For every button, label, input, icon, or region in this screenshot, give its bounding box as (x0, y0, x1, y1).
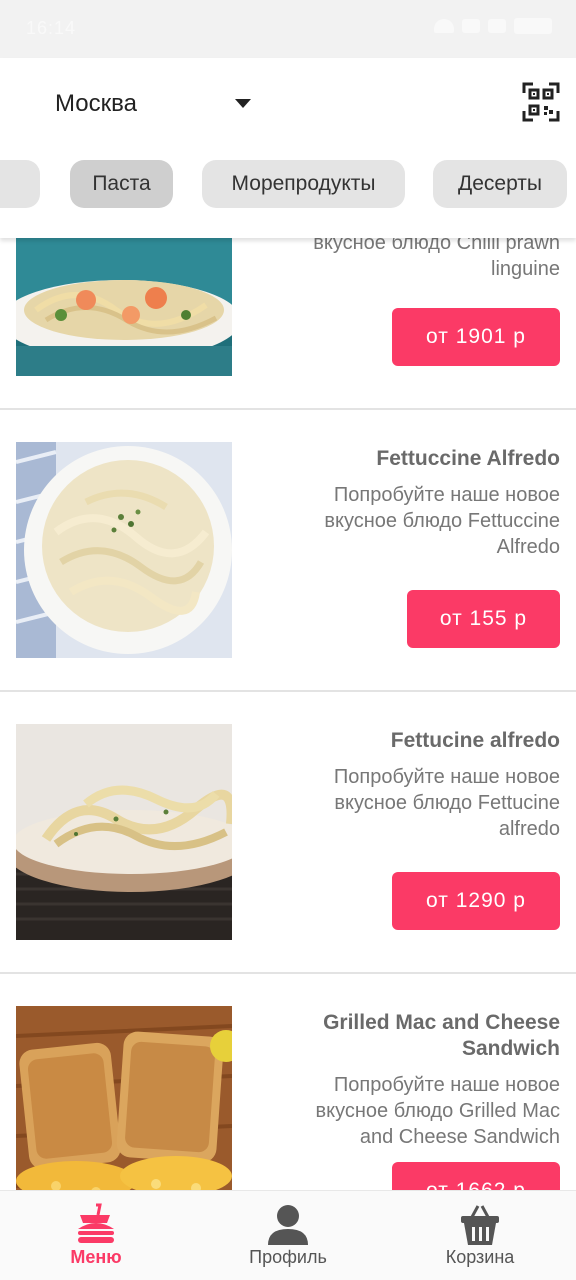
signal-icon (462, 19, 480, 33)
title-line: Grilled Mac and Cheese (323, 1011, 560, 1034)
product-card[interactable]: Fettucine alfredo Попробуйте наше новое … (0, 692, 576, 974)
description-line: Попробуйте наше новое (333, 1074, 560, 1096)
product-card[interactable]: вкусное блюдо Chilli prawn linguine от 1… (0, 238, 576, 410)
price-button[interactable]: от 1901 р (392, 308, 560, 366)
city-name: Москва (55, 90, 137, 117)
battery-icon (514, 18, 552, 34)
price-button[interactable]: от 1662 р (392, 1162, 560, 1190)
description-line: Попробуйте наше новое (333, 766, 560, 788)
user-icon (268, 1205, 308, 1245)
signal-icon-2 (488, 19, 506, 33)
product-card[interactable]: Fettuccine Alfredo Попробуйте наше новое… (0, 410, 576, 692)
product-image-grilled-mac-cheese-sandwich (16, 1006, 232, 1190)
product-card[interactable]: Grilled Mac and Cheese Sandwich Попробуй… (0, 974, 576, 1190)
nav-label-profile: Профиль (249, 1247, 327, 1267)
nav-profile[interactable]: Профиль (208, 1191, 368, 1280)
description-line: linguine (491, 258, 560, 280)
status-time: 16:14 (26, 18, 77, 38)
category-chip-partial[interactable] (0, 160, 40, 208)
city-select[interactable]: Москва (55, 86, 255, 122)
category-chip-pasta[interactable]: Паста (70, 160, 173, 208)
description-line: Попробуйте наше новое (333, 484, 560, 506)
product-description: Попробуйте наше новое вкусное блюдо Fett… (270, 764, 560, 842)
status-bar: 16:14 (0, 0, 576, 58)
qr-code-icon (522, 82, 560, 122)
product-image-chilli-prawn-linguine (16, 238, 232, 376)
description-line: вкусное блюдо Fettuccine (324, 510, 560, 532)
product-image-fettuccine-alfredo (16, 442, 232, 658)
product-description: вкусное блюдо Chilli prawn linguine (270, 238, 560, 282)
wifi-icon (434, 19, 454, 33)
nav-cart[interactable]: Корзина (400, 1191, 560, 1280)
product-title: Fettucine alfredo (390, 729, 560, 752)
title-line: Sandwich (461, 1037, 560, 1060)
product-image-fettucine-alfredo (16, 724, 232, 940)
description-line: вкусное блюдо Grilled Mac (315, 1100, 561, 1122)
basket-icon (461, 1205, 499, 1245)
product-description: Попробуйте наше новое вкусное блюдо Gril… (270, 1072, 561, 1150)
app-header: Москва Паста Морепродукты Десерты (0, 58, 576, 238)
nav-label-menu: Меню (70, 1247, 122, 1267)
category-chip-seafood[interactable]: Морепродукты (202, 160, 405, 208)
product-title: Fettuccine Alfredo (376, 447, 560, 470)
chevron-down-icon (235, 99, 251, 108)
nav-menu[interactable]: Меню (16, 1191, 176, 1280)
status-icons (434, 18, 552, 34)
description-line: вкусное блюдо Chilli prawn (313, 238, 560, 254)
description-line: Alfredo (496, 536, 560, 558)
bottom-navigation: Меню Профиль Корзина (0, 1190, 576, 1280)
product-description: Попробуйте наше новое вкусное блюдо Fett… (270, 482, 560, 560)
price-button[interactable]: от 1290 р (392, 872, 560, 930)
description-line: and Cheese Sandwich (359, 1126, 560, 1148)
category-chip-desserts[interactable]: Десерты (433, 160, 567, 208)
fast-food-icon (78, 1203, 114, 1243)
description-line: вкусное блюдо Fettucine (334, 792, 560, 814)
product-title: Grilled Mac and Cheese Sandwich (260, 1010, 560, 1062)
category-tabs: Паста Морепродукты Десерты (0, 160, 576, 208)
product-list: вкусное блюдо Chilli prawn linguine от 1… (0, 238, 576, 1190)
price-button[interactable]: от 155 р (407, 590, 560, 648)
qr-scan-button[interactable] (522, 82, 560, 122)
description-line: alfredo (498, 818, 560, 840)
nav-label-cart: Корзина (445, 1247, 515, 1267)
